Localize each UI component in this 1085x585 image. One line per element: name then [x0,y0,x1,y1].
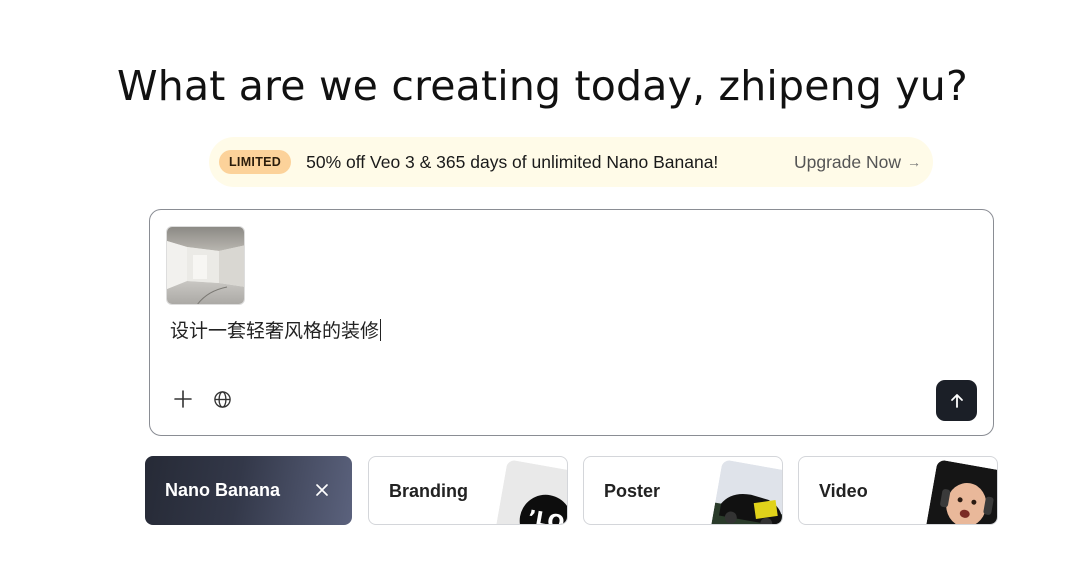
poster-preview-image [710,459,782,524]
mode-card-branding[interactable]: Branding ’LO [368,456,568,525]
promo-message: 50% off Veo 3 & 365 days of unlimited Na… [306,151,719,172]
close-icon[interactable] [312,480,332,500]
mode-card-nano-banana[interactable]: Nano Banana [145,456,352,525]
text-caret [380,319,382,341]
attached-image-thumbnail[interactable] [166,226,245,305]
prompt-input-value: 设计一套轻奢风格的装修 [170,320,380,342]
video-preview-image [925,459,997,524]
prompt-input[interactable]: 设计一套轻奢风格的装修 [170,316,382,343]
mode-card-label: Poster [604,481,661,501]
mode-card-label: Video [819,481,868,501]
arrow-right-icon: → [907,154,921,170]
globe-icon[interactable] [209,386,235,412]
mode-card-label: Branding [389,481,468,501]
arrow-up-icon [950,393,963,408]
upgrade-now-link[interactable]: Upgrade Now → [794,152,921,173]
plus-icon[interactable] [170,386,196,412]
mode-card-poster[interactable]: Poster [583,456,783,525]
mode-card-video[interactable]: Video [798,456,998,525]
send-button[interactable] [936,380,977,421]
branding-preview-image: ’LO [495,459,567,524]
limited-badge: LIMITED [219,150,292,174]
promo-banner: LIMITED 50% off Veo 3 & 365 days of unli… [209,137,933,187]
page-title: What are we creating today, zhipeng yu? [117,62,968,110]
upgrade-now-label: Upgrade Now [794,151,901,172]
prompt-composer: 设计一套轻奢风格的装修 [149,209,994,436]
mode-card-label: Nano Banana [165,480,281,500]
